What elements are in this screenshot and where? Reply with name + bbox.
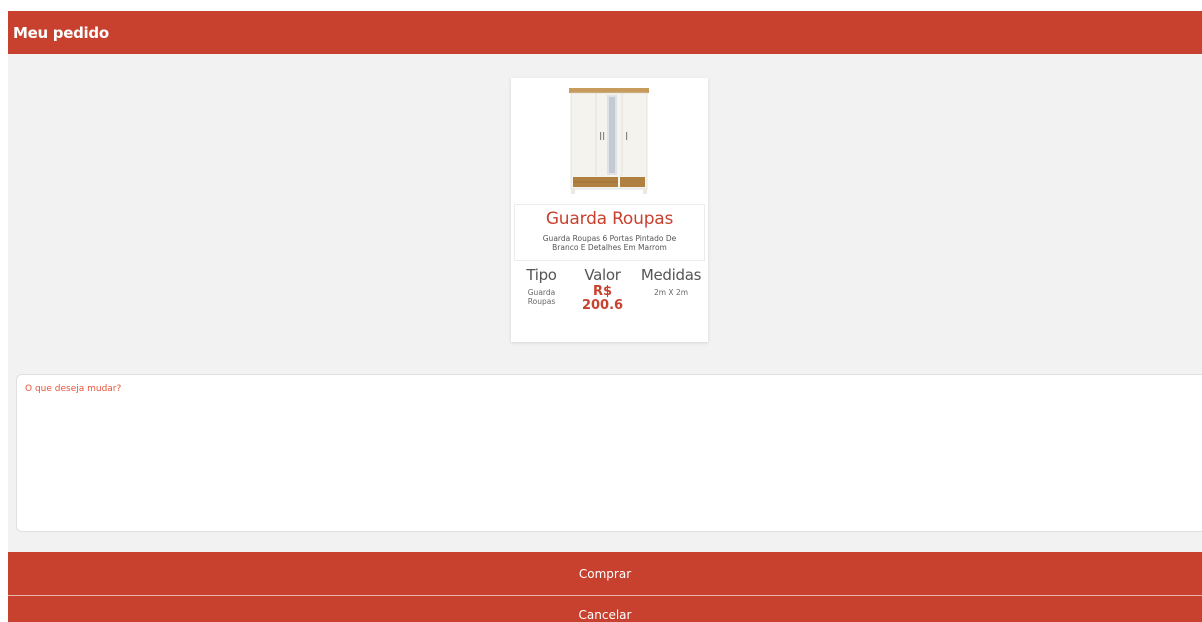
product-info: Guarda Roupas Guarda Roupas 6 Portas Pin… [514,204,705,261]
tipo-label: Tipo [526,266,557,284]
attribute-medidas: Medidas 2m X 2m [635,266,707,297]
medidas-value: 2m X 2m [653,288,689,297]
cancel-button[interactable]: Cancelar [8,596,1202,622]
product-card: Guarda Roupas Guarda Roupas 6 Portas Pin… [511,78,708,342]
buy-button[interactable]: Comprar [8,552,1202,595]
wardrobe-image [569,88,649,194]
medidas-label: Medidas [640,266,702,284]
valor-value: R$ 200.6 [581,284,624,313]
attribute-tipo: Tipo Guarda Roupas [517,266,566,306]
page-title: Meu pedido [13,23,109,42]
tipo-value: Guarda Roupas [527,288,556,306]
order-page: Meu pedido Guarda Roupas Guarda Roupas 6… [8,11,1202,622]
product-description: Guarda Roupas 6 Portas Pintado De Branco… [542,234,677,252]
page-header: Meu pedido [8,11,1202,54]
valor-label: Valor [584,266,621,284]
change-request-input[interactable] [16,374,1202,532]
product-title: Guarda Roupas [545,209,674,229]
attribute-valor: Valor R$ 200.6 [571,266,634,313]
